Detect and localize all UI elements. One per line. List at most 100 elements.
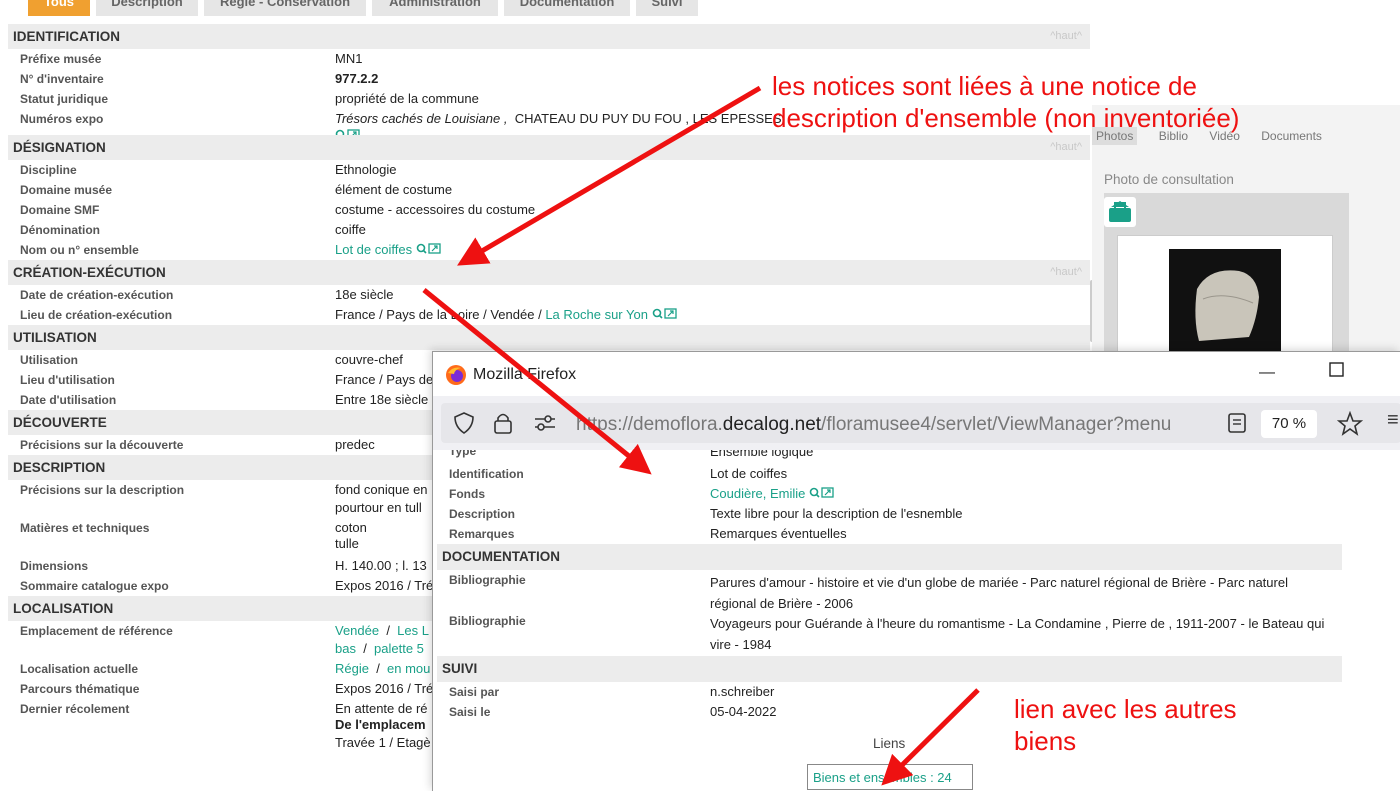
tab-administration[interactable]: Administration — [372, 0, 498, 16]
expo-place: CHATEAU DU PUY DU FOU , LES EPESSES — [514, 111, 782, 126]
field-value: H. 140.00 ; l. 13 — [335, 558, 427, 573]
annotation-text: description d'ensemble (non inventoriée) — [772, 103, 1240, 133]
field-value: Expos 2016 / Tré — [335, 681, 434, 696]
menu-icon[interactable]: ≡ — [1387, 409, 1399, 432]
field-value: Lot de coiffes — [335, 242, 442, 258]
field-value: Entre 18e siècle — [335, 392, 429, 407]
field-value: Régie / en mou — [335, 661, 431, 676]
expo-title: Trésors cachés de Louisiane , — [335, 111, 508, 126]
popup-content: Type Ensemble logique Identification Lot d… — [433, 450, 1400, 791]
section-title: DÉSIGNATION — [13, 140, 106, 155]
back-to-top-link[interactable]: ^haut^ — [1050, 135, 1082, 160]
section-title: IDENTIFICATION — [13, 29, 120, 44]
tab-regie-conservation[interactable]: Régie - Conservation — [204, 0, 366, 16]
field-value: fond conique en — [335, 482, 428, 497]
tab-documentation[interactable]: Documentation — [504, 0, 630, 16]
field-label: Date de création-exécution — [20, 288, 174, 302]
location-link[interactable]: bas — [335, 641, 356, 656]
field-label: Fonds — [449, 487, 485, 501]
firefox-logo-icon — [446, 365, 466, 385]
search-link-icon[interactable] — [809, 487, 835, 502]
field-label: Localisation actuelle — [20, 662, 139, 676]
minimize-button[interactable]: — — [1259, 364, 1275, 382]
field-value: tulle — [335, 536, 359, 551]
back-to-top-link[interactable]: ^haut^ — [1050, 24, 1082, 49]
window-titlebar: Mozilla Firefox — — [433, 352, 1400, 396]
toolbox-icon — [1109, 201, 1131, 222]
url-prefix: https://demoflora. — [576, 414, 723, 435]
section-creation: CRÉATION-EXÉCUTION ^haut^ — [8, 260, 1090, 285]
back-to-top-link[interactable]: ^haut^ — [1050, 260, 1082, 285]
lock-icon[interactable] — [493, 411, 513, 435]
field-label: Matières et techniques — [20, 521, 150, 535]
inventory-number: 977.2.2 — [335, 71, 379, 86]
object-photo[interactable] — [1169, 249, 1281, 359]
field-value: 18e siècle — [335, 287, 394, 302]
section-title: LOCALISATION — [13, 601, 114, 616]
tab-description[interactable]: Description — [96, 0, 198, 16]
field-label: Nom ou n° ensemble — [20, 243, 139, 257]
biens-ensembles-link[interactable]: Biens et ensembles : 24 — [807, 764, 973, 790]
field-value: Ethnologie — [335, 162, 397, 177]
field-value: pourtour en tull — [335, 500, 422, 515]
bibliography-link[interactable]: Parures d'amour - histoire et vie d'un g… — [710, 572, 1330, 614]
field-label: Numéros expo — [20, 112, 104, 126]
url-text[interactable]: https://demoflora.decalog.net/floramusee… — [576, 414, 1216, 436]
url-bar[interactable]: https://demoflora.decalog.net/floramusee… — [441, 403, 1400, 443]
place-link[interactable]: La Roche sur Yon — [545, 307, 648, 322]
section-title: UTILISATION — [13, 330, 97, 345]
field-label: N° d'inventaire — [20, 72, 104, 86]
field-label: Dernier récolement — [20, 702, 130, 716]
tab-suivi[interactable]: Suivi — [636, 0, 698, 16]
field-value: Lot de coiffes — [710, 466, 788, 481]
field-value: predec — [335, 437, 375, 452]
location-link[interactable]: Vendée — [335, 623, 379, 638]
tab-tous[interactable]: Tous — [28, 0, 90, 16]
field-label: Remarques — [449, 527, 515, 541]
toolbox-button[interactable] — [1104, 197, 1136, 227]
field-label: Statut juridique — [20, 92, 108, 106]
firefox-window: Mozilla Firefox — https://demoflora.deca… — [432, 351, 1400, 791]
field-label: Précisions sur la découverte — [20, 438, 184, 452]
location-link[interactable]: en mou — [387, 661, 430, 676]
field-label: Domaine SMF — [20, 203, 100, 217]
field-value: France / Pays de — [335, 372, 434, 387]
ensemble-record: Type Ensemble logique Identification Lot d… — [437, 450, 1342, 722]
location-link[interactable]: palette 5 — [374, 641, 424, 656]
links-heading: Liens — [873, 736, 906, 751]
bookmark-star-icon[interactable] — [1337, 411, 1363, 437]
field-label: Dimensions — [20, 559, 89, 573]
field-value: 05-04-2022 — [710, 704, 777, 719]
reader-view-icon[interactable] — [1227, 412, 1247, 434]
field-label: Bibliographie — [449, 573, 526, 587]
field-value: Vendée / Les L — [335, 623, 429, 638]
shield-icon[interactable] — [453, 411, 475, 435]
location-link[interactable]: Les L — [397, 623, 429, 638]
location-link[interactable]: Régie — [335, 661, 369, 676]
field-value: élément de costume — [335, 182, 453, 197]
fonds-link[interactable]: Coudière, Emilie — [710, 486, 805, 501]
zoom-indicator[interactable]: 70 % — [1261, 410, 1317, 438]
field-label: Sommaire catalogue expo — [20, 579, 169, 593]
field-label: Saisi le — [449, 705, 491, 719]
maximize-button[interactable] — [1329, 362, 1344, 382]
field-label: Lieu d'utilisation — [20, 373, 115, 387]
permissions-icon[interactable] — [533, 413, 557, 433]
field-value: costume - accessoires du costume — [335, 202, 536, 217]
field-value: Expos 2016 / Tré — [335, 578, 434, 593]
section-suivi: SUIVI — [437, 656, 1342, 682]
field-value: De l'emplacem — [335, 717, 426, 732]
bibliography-link[interactable]: Voyageurs pour Guérande à l'heure du rom… — [710, 613, 1330, 655]
place-path: France / Pays de la Loire / Vendée / — [335, 307, 542, 322]
field-value: coton — [335, 520, 367, 535]
section-designation: DÉSIGNATION ^haut^ — [8, 135, 1090, 160]
field-label: Date d'utilisation — [20, 393, 117, 407]
tab-bar: Tous Description Régie - Conservation Ad… — [0, 0, 1400, 16]
search-link-icon[interactable] — [652, 308, 678, 323]
field-value: Texte libre pour la description de l'esn… — [710, 506, 963, 521]
ensemble-link[interactable]: Lot de coiffes — [335, 242, 412, 257]
search-link-icon[interactable] — [416, 243, 442, 258]
field-label: Domaine musée — [20, 183, 113, 197]
media-tab-documents[interactable]: Documents — [1261, 129, 1322, 143]
section-title: DESCRIPTION — [13, 460, 106, 475]
